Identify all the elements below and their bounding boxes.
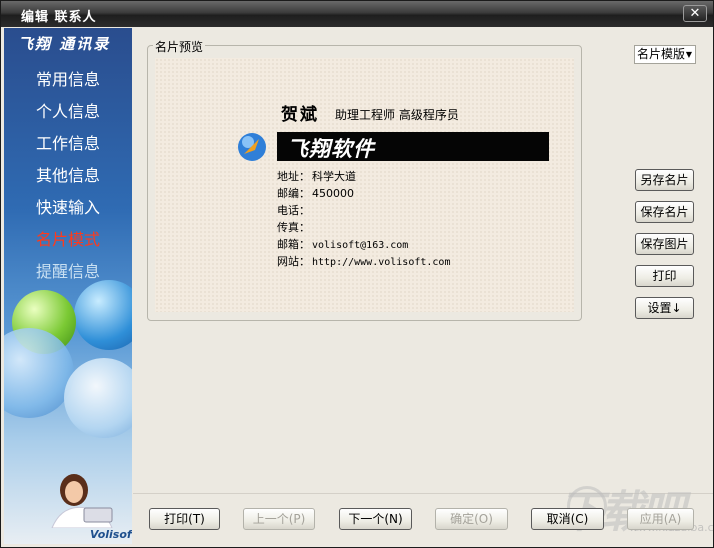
window-title: 编辑 联系人 [21, 10, 97, 25]
sidebar-item-other-info[interactable]: 其他信息 [36, 162, 100, 186]
card-titles: 助理工程师 高级程序员 [335, 108, 459, 122]
card-line-email: 邮箱： volisoft@163.com [277, 238, 409, 251]
card-name: 贺斌 [281, 105, 319, 125]
company-logo-icon [238, 133, 266, 161]
card-line-zipcode: 邮编： 450000 [277, 187, 354, 200]
brand-logo: Volisoft [90, 528, 132, 541]
save-as-card-button[interactable]: 另存名片 [635, 169, 694, 191]
ok-button[interactable]: 确定(O) [435, 508, 508, 530]
close-icon: ✕ [689, 6, 701, 21]
person-illustration-icon [51, 474, 113, 528]
decor-bubble-icon [74, 280, 132, 350]
settings-button[interactable]: 设置↓ [635, 297, 694, 319]
card-company: 飞翔软件 [287, 137, 375, 161]
sidebar-item-reminder-info[interactable]: 提醒信息 [36, 258, 100, 282]
card-template-value: 名片模版 [637, 47, 686, 61]
company-banner: 飞翔软件 [277, 132, 549, 161]
next-button[interactable]: 下一个(N) [339, 508, 412, 530]
card-line-website: 网站： http://www.volisoft.com [277, 255, 451, 268]
card-line-fax: 传真： [277, 221, 310, 234]
prev-button[interactable]: 上一个(P) [243, 508, 315, 530]
edit-contact-window: 编辑 联系人 ✕ 飞翔 通讯录 Volisoft 常用信息 个人信息 工作信息 … [0, 0, 714, 548]
title-bar[interactable]: 编辑 联系人 ✕ [1, 1, 713, 27]
sidebar-item-card-mode[interactable]: 名片模式 [36, 226, 100, 250]
chevron-down-icon: ▼ [685, 50, 692, 59]
close-button[interactable]: ✕ [683, 5, 707, 22]
print-card-button[interactable]: 打印 [635, 265, 694, 287]
card-template-select[interactable]: 名片模版 ▼ [634, 45, 696, 64]
cancel-button[interactable]: 取消(C) [531, 508, 604, 530]
save-card-button[interactable]: 保存名片 [635, 201, 694, 223]
business-card-preview: 贺斌 助理工程师 高级程序员 飞翔软件 地址： 科学大道 邮编： 450000 电话… [155, 58, 574, 312]
sidebar-item-quick-input[interactable]: 快速输入 [36, 194, 100, 218]
card-line-address: 地址： 科学大道 [277, 170, 356, 183]
main-panel: 名片预览 贺斌 助理工程师 高级程序员 飞翔软件 地址： 科学大道 邮编： 4500… [133, 28, 713, 547]
save-image-button[interactable]: 保存图片 [635, 233, 694, 255]
sidebar: 飞翔 通讯录 Volisoft 常用信息 个人信息 工作信息 其他信息 快速输入… [4, 28, 132, 544]
print-button[interactable]: 打印(T) [149, 508, 220, 530]
sidebar-item-common-info[interactable]: 常用信息 [36, 66, 100, 90]
decor-bubble-icon [64, 358, 132, 438]
card-preview-label: 名片预览 [153, 38, 206, 55]
apply-button[interactable]: 应用(A) [627, 508, 694, 530]
sidebar-logo: 飞翔 通讯录 [18, 35, 111, 53]
sidebar-item-personal-info[interactable]: 个人信息 [36, 98, 100, 122]
sidebar-item-work-info[interactable]: 工作信息 [36, 130, 100, 154]
card-line-phone: 电话： [277, 204, 310, 217]
